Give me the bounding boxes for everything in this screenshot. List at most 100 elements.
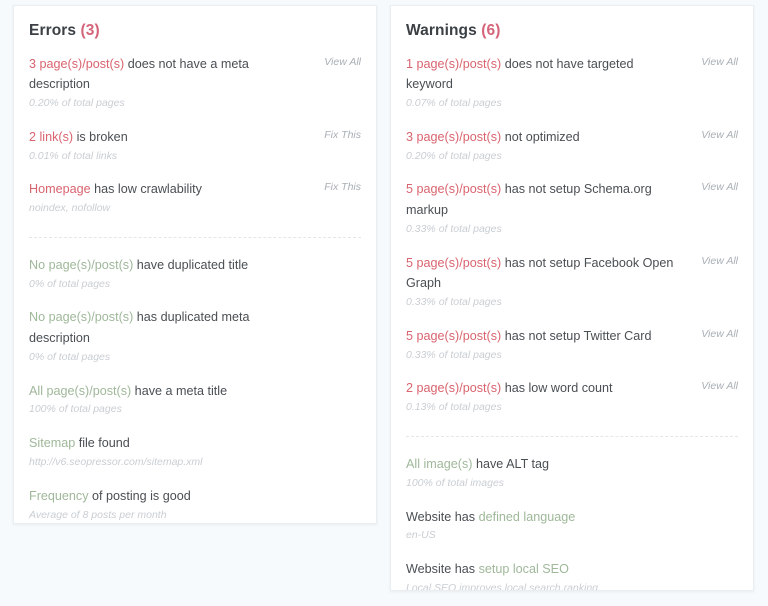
issue-highlight: defined language — [478, 509, 576, 524]
errors-title-label: Errors — [29, 22, 77, 39]
issue-action-view-all[interactable]: View All — [701, 54, 738, 68]
issue-main-row: 5 page(s)/post(s) has not setup Schema.o… — [406, 179, 738, 237]
errors-divider — [29, 236, 361, 238]
issue-description: 3 page(s)/post(s) does not have a meta d… — [29, 54, 297, 96]
issue-subtext: http://v6.seopressor.com/sitemap.xml — [29, 455, 203, 468]
issue-rest: have ALT tag — [472, 456, 550, 471]
issue-text-block: 5 page(s)/post(s) has not setup Facebook… — [406, 253, 674, 311]
issue-item: 5 page(s)/post(s) has not setup Facebook… — [406, 253, 738, 326]
issue-text-block: Website has defined language en-US — [406, 507, 575, 545]
audit-board: Errors (3) 3 page(s)/post(s) does not ha… — [0, 0, 768, 606]
issue-text-block: Frequency of posting is good Average of 8… — [29, 486, 191, 523]
issue-subtext: en-US — [406, 529, 436, 542]
errors-card: Errors (3) 3 page(s)/post(s) does not ha… — [13, 5, 377, 524]
issue-main-row: 1 page(s)/post(s) does not have targeted… — [406, 54, 738, 112]
issue-subtext: Average of 8 posts per month — [29, 508, 167, 521]
issue-description: No page(s)/post(s) has duplicated meta d… — [29, 307, 297, 349]
issue-item: 3 page(s)/post(s) not optimized 0.20% of … — [406, 127, 738, 180]
issue-subtext: 0.33% of total pages — [406, 296, 502, 309]
issue-item: 2 link(s) is broken 0.01% of total links F… — [29, 127, 361, 180]
warnings-divider — [406, 435, 738, 437]
issue-description: 5 page(s)/post(s) has not setup Schema.o… — [406, 179, 674, 221]
issue-description: Homepage has low crawlability — [29, 179, 202, 200]
issue-action-view-all[interactable]: View All — [701, 179, 738, 193]
issue-subtext: Local SEO improves local search ranking — [406, 581, 599, 591]
issue-description: Sitemap file found — [29, 433, 203, 454]
issue-highlight: 2 page(s)/post(s) — [406, 381, 502, 396]
issue-highlight: 5 page(s)/post(s) — [406, 255, 502, 270]
issue-action-fix-this[interactable]: Fix This — [324, 179, 361, 193]
issue-rest: not optimized — [501, 129, 580, 144]
issue-description: 1 page(s)/post(s) does not have targeted… — [406, 54, 674, 96]
warnings-card-body: Warnings (6) 1 page(s)/post(s) does not … — [391, 6, 753, 591]
issue-main-row: Website has defined language en-US — [406, 507, 738, 545]
issue-item: 5 page(s)/post(s) has not setup Schema.o… — [406, 179, 738, 252]
issue-highlight: 2 link(s) — [29, 129, 74, 144]
issue-highlight: 5 page(s)/post(s) — [406, 182, 502, 197]
issue-item: 5 page(s)/post(s) has not setup Twitter … — [406, 326, 738, 379]
issue-main-row: 3 page(s)/post(s) does not have a meta d… — [29, 54, 361, 112]
issue-main-row: Sitemap file found http://v6.seopressor.c… — [29, 433, 361, 471]
issue-action-fix-this[interactable]: Fix This — [324, 127, 361, 141]
issue-text-block: All image(s) have ALT tag 100% of total i… — [406, 454, 549, 492]
issue-item: Website has defined language en-US — [406, 507, 738, 560]
issue-rest: has low crawlability — [90, 182, 202, 197]
errors-problem-list: 3 page(s)/post(s) does not have a meta d… — [29, 54, 361, 232]
issue-subtext: noindex, nofollow — [29, 202, 111, 215]
issue-text-block: 5 page(s)/post(s) has not setup Schema.o… — [406, 179, 674, 237]
issue-text-block: Homepage has low crawlability noindex, no… — [29, 179, 202, 217]
issue-text-block: Website has setup local SEO Local SEO imp… — [406, 559, 599, 591]
errors-count-badge: (3) — [80, 22, 100, 39]
warnings-count-badge: (6) — [481, 22, 501, 39]
issue-action-view-all[interactable]: View All — [701, 378, 738, 392]
issue-text-block: All page(s)/post(s) have a meta title 100… — [29, 381, 227, 419]
issue-main-row: Frequency of posting is good Average of 8… — [29, 486, 361, 523]
issue-main-row: All page(s)/post(s) have a meta title 100… — [29, 381, 361, 419]
issue-highlight: No page(s)/post(s) — [29, 310, 134, 325]
issue-description: Frequency of posting is good — [29, 486, 191, 507]
errors-passed-list: No page(s)/post(s) have duplicated title… — [29, 255, 361, 523]
issue-main-row: Website has setup local SEO Local SEO imp… — [406, 559, 738, 591]
warnings-problem-list: 1 page(s)/post(s) does not have targeted… — [406, 54, 738, 431]
issue-action-view-all[interactable]: View All — [701, 253, 738, 267]
issue-highlight: Sitemap — [29, 436, 76, 451]
issue-item: Website has setup local SEO Local SEO imp… — [406, 559, 738, 591]
issue-main-row: Homepage has low crawlability noindex, no… — [29, 179, 361, 217]
issue-action-view-all[interactable]: View All — [701, 326, 738, 340]
issue-action-view-all[interactable]: View All — [701, 127, 738, 141]
issue-highlight: setup local SEO — [478, 562, 569, 577]
issue-subtext: 0% of total pages — [29, 277, 111, 290]
issue-subtext: 100% of total images — [406, 476, 505, 489]
issue-main-row: 5 page(s)/post(s) has not setup Facebook… — [406, 253, 738, 311]
issue-highlight: 1 page(s)/post(s) — [406, 56, 502, 71]
issue-subtext: 0.33% of total pages — [406, 348, 502, 361]
issue-rest: is broken — [73, 129, 128, 144]
issue-main-row: No page(s)/post(s) have duplicated title… — [29, 255, 361, 293]
issue-text-block: No page(s)/post(s) have duplicated title… — [29, 255, 248, 293]
issue-description: No page(s)/post(s) have duplicated title — [29, 255, 248, 276]
issue-text-block: No page(s)/post(s) has duplicated meta d… — [29, 307, 297, 365]
issue-highlight: All image(s) — [406, 456, 473, 471]
warnings-card-title: Warnings (6) — [406, 22, 738, 41]
issue-item: All page(s)/post(s) have a meta title 100… — [29, 381, 361, 434]
issue-rest: file found — [75, 436, 130, 451]
issue-description: 2 page(s)/post(s) has low word count — [406, 378, 613, 399]
issue-description: All image(s) have ALT tag — [406, 454, 549, 475]
issue-prefix: Website has — [406, 509, 479, 524]
issue-prefix: Website has — [406, 562, 479, 577]
issue-rest: has low word count — [501, 381, 613, 396]
issue-description: All page(s)/post(s) have a meta title — [29, 381, 227, 402]
issue-description: 2 link(s) is broken — [29, 127, 128, 148]
issue-rest: have duplicated title — [133, 257, 249, 272]
issue-description: Website has setup local SEO — [406, 559, 598, 580]
issue-description: 3 page(s)/post(s) not optimized — [406, 127, 580, 148]
issue-subtext: 0.13% of total pages — [406, 401, 502, 414]
issue-item: 1 page(s)/post(s) does not have targeted… — [406, 54, 738, 127]
issue-action-view-all[interactable]: View All — [324, 54, 361, 68]
issue-rest: of posting is good — [88, 488, 191, 503]
issue-main-row: All image(s) have ALT tag 100% of total i… — [406, 454, 738, 492]
issue-main-row: 2 page(s)/post(s) has low word count 0.13… — [406, 378, 738, 416]
issue-item: 3 page(s)/post(s) does not have a meta d… — [29, 54, 361, 127]
issue-item: No page(s)/post(s) has duplicated meta d… — [29, 307, 361, 380]
warnings-title-label: Warnings — [406, 22, 477, 39]
